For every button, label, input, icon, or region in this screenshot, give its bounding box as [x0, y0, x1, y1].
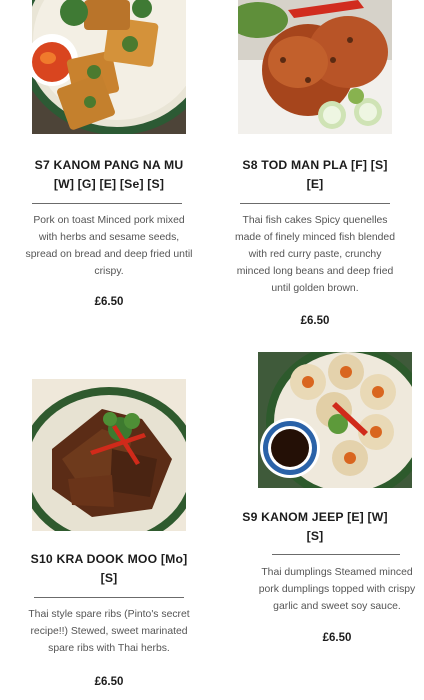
description-line: Thai fish cakes Spicy quenelles: [242, 215, 388, 226]
description-line: with herbs and sesame seeds,: [38, 232, 180, 243]
item-price: £6.50: [322, 632, 352, 644]
description-line: made of finely minced fish blended: [235, 232, 395, 243]
spare-ribs-photo[interactable]: [32, 379, 186, 531]
item-title: S9 KANOM JEEP [E] [W] [S]: [222, 508, 408, 546]
description-line: Thai dumplings Steamed minced: [261, 567, 413, 578]
item-title: S10 KRA DOOK MOO [Mo] [S]: [16, 550, 202, 588]
description-line: garlic and sweet soy sauce.: [273, 601, 401, 612]
item-title-line-1: S10 KRA DOOK MOO [Mo]: [30, 552, 188, 566]
item-title-line-2: [E]: [306, 177, 324, 191]
item-title: S7 KANOM PANG NA MU [W] [G] [E] [Se] [S]: [16, 156, 202, 194]
item-title-line-1: S7 KANOM PANG NA MU: [34, 158, 184, 172]
divider: [272, 554, 400, 555]
menu-card-s9[interactable]: S9 KANOM JEEP [E] [W] [S] Thai dumplings…: [222, 340, 415, 660]
divider: [32, 203, 182, 204]
description-line: pork dumplings topped with crispy: [258, 584, 416, 595]
description-line: spare ribs with Thai herbs.: [48, 643, 170, 654]
description-line: crispy.: [94, 266, 124, 277]
prawn-toast-photo[interactable]: [32, 0, 186, 134]
item-title-line-2: [S]: [100, 571, 118, 585]
description-line: Thai style spare ribs (Pinto's secret: [28, 609, 190, 620]
fish-cakes-photo[interactable]: [238, 0, 392, 134]
item-description: Thai dumplings Steamed minced pork dumpl…: [246, 564, 424, 615]
menu-card-s7[interactable]: S7 KANOM PANG NA MU [W] [G] [E] [Se] [S]…: [16, 0, 202, 340]
item-price: £6.50: [94, 676, 124, 688]
description-line: until golden brown.: [271, 283, 359, 294]
item-title-line-1: S9 KANOM JEEP [E] [W]: [242, 510, 388, 524]
dumplings-photo[interactable]: [258, 352, 412, 488]
item-title-line-1: S8 TOD MAN PLA [F] [S]: [242, 158, 388, 172]
menu-card-s10[interactable]: S10 KRA DOOK MOO [Mo] [S] Thai style spa…: [16, 370, 202, 700]
item-price: £6.50: [94, 296, 124, 308]
item-title-line-2: [S]: [306, 529, 324, 543]
menu-card-s8[interactable]: S8 TOD MAN PLA [F] [S] [E] Thai fish cak…: [222, 0, 408, 340]
description-line: Pork on toast Minced pork mixed: [33, 215, 185, 226]
item-price: £6.50: [300, 315, 330, 327]
item-description: Thai fish cakes Spicy quenelles made of …: [222, 212, 408, 297]
item-title-line-2: [W] [G] [E] [Se] [S]: [53, 177, 165, 191]
divider: [34, 597, 184, 598]
description-line: with red curry paste, crunchy: [248, 249, 382, 260]
item-description: Thai style spare ribs (Pinto's secret re…: [16, 606, 202, 657]
item-description: Pork on toast Minced pork mixed with her…: [16, 212, 202, 280]
description-line: minced long beans and deep fried: [236, 266, 394, 277]
divider: [240, 203, 390, 204]
description-line: recipe!!) Stewed, sweet marinated: [30, 626, 188, 637]
item-title: S8 TOD MAN PLA [F] [S] [E]: [222, 156, 408, 194]
description-line: spread on bread and deep fried until: [25, 249, 193, 260]
